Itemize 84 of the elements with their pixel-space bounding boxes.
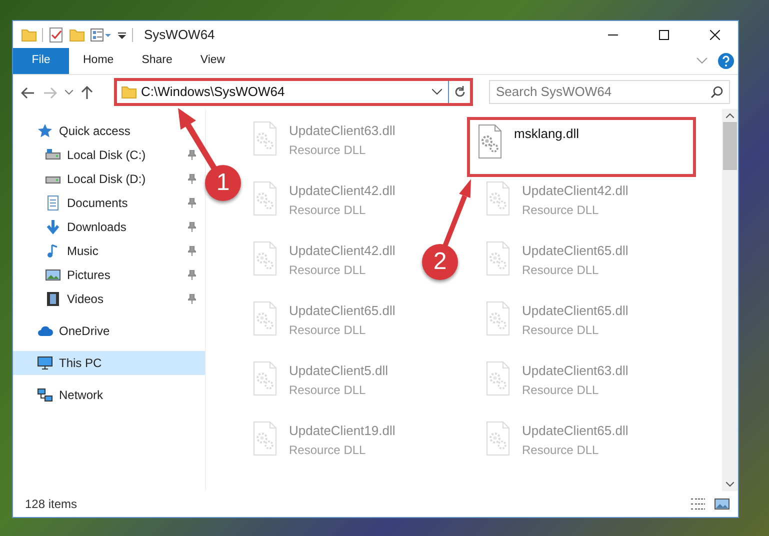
item-count: 128 items (25, 496, 78, 513)
dll-file-icon (251, 421, 279, 457)
dll-file-icon (476, 124, 504, 160)
annotation-arrow (178, 108, 217, 170)
nav-item[interactable]: Local Disk (C:) (13, 143, 196, 167)
file-type: Resource DLL (522, 202, 600, 218)
nav-item[interactable]: Local Disk (D:) (13, 167, 196, 191)
ribbon-tab[interactable]: Share (128, 48, 186, 74)
file-type: Resource DLL (522, 322, 600, 338)
file-name: UpdateClient42.dll (289, 242, 396, 260)
properties-icon[interactable] (90, 26, 112, 42)
file-name: UpdateClient5.dll (289, 362, 388, 380)
file-type: Resource DLL (289, 142, 367, 158)
file-type: Resource DLL (522, 442, 600, 458)
up-arrow-icon (81, 86, 93, 100)
file-name: UpdateClient65.dll (522, 242, 628, 260)
star-icon (37, 123, 53, 139)
folder-icon (121, 84, 137, 100)
maximize-icon (659, 30, 669, 40)
scroll-up-icon[interactable] (726, 113, 734, 118)
nav-item[interactable]: Downloads (13, 215, 196, 239)
dll-file-icon (251, 181, 279, 217)
nav-item[interactable]: This PC (13, 351, 205, 375)
dll-file-icon (251, 241, 279, 277)
up-button[interactable] (81, 83, 93, 101)
file-name: msklang.dll (514, 125, 580, 143)
dll-file-icon (484, 301, 512, 337)
file-type: Resource DLL (289, 442, 367, 458)
scroll-down-icon[interactable] (726, 482, 734, 487)
nav-item[interactable]: Videos (13, 287, 196, 311)
file-type: Resource DLL (522, 262, 600, 278)
nav-item[interactable]: OneDrive (13, 319, 116, 343)
annotation-arrow (442, 179, 471, 247)
file-type: Resource DLL (289, 202, 367, 218)
picture-icon (45, 267, 61, 283)
file-type: Resource DLL (289, 322, 367, 338)
window-title: SysWOW64 (144, 26, 215, 44)
checklist-icon[interactable] (48, 26, 64, 42)
file-name: UpdateClient42.dll (289, 182, 396, 200)
document-icon (45, 195, 61, 211)
film-icon (45, 291, 61, 307)
file-name: UpdateClient65.dll (522, 422, 628, 440)
nav-item[interactable]: Quick access (13, 119, 136, 143)
large-icons-view-icon[interactable] (714, 497, 730, 511)
dll-file-icon (251, 121, 279, 157)
caret-icon (65, 90, 73, 96)
address-bar[interactable]: C:\Windows\SysWOW64 (114, 78, 473, 106)
refresh-icon (454, 86, 466, 98)
ribbon-tab[interactable]: File (13, 48, 69, 74)
address-path: C:\Windows\SysWOW64 (140, 83, 286, 102)
download-arrow-icon (45, 219, 61, 235)
dll-file-icon (251, 301, 279, 337)
help-icon[interactable] (718, 53, 734, 69)
file-name: UpdateClient63.dll (522, 362, 628, 380)
back-arrow-icon (21, 86, 35, 99)
dropdown-caret-icon[interactable] (432, 89, 442, 95)
file-name: UpdateClient65.dll (289, 302, 396, 320)
file-type: Resource DLL (289, 262, 367, 278)
file-name: UpdateClient19.dll (289, 422, 396, 440)
file-name: UpdateClient65.dll (522, 302, 628, 320)
details-view-icon[interactable] (690, 497, 706, 511)
ribbon-expand-icon[interactable] (696, 57, 708, 65)
file-type: Resource DLL (289, 382, 367, 398)
dll-file-icon (484, 181, 512, 217)
nav-item[interactable]: Documents (13, 191, 196, 215)
nav-item[interactable]: Music (13, 239, 196, 263)
computer-icon (37, 355, 53, 371)
dll-file-icon (484, 421, 512, 457)
file-item[interactable]: msklang.dll (467, 117, 696, 177)
ribbon-tab[interactable]: View (186, 48, 240, 74)
scrollbar[interactable] (722, 109, 738, 491)
network-icon (37, 387, 53, 403)
dll-file-icon (251, 361, 279, 397)
nav-item[interactable]: Pictures (13, 263, 196, 287)
nav-item[interactable]: Network (13, 383, 110, 407)
forward-arrow-icon (43, 86, 57, 99)
file-name: UpdateClient63.dll (289, 122, 396, 140)
file-name: UpdateClient42.dll (522, 182, 628, 200)
file-type: Resource DLL (522, 382, 600, 398)
dll-file-icon (484, 241, 512, 277)
close-icon (710, 30, 720, 40)
ribbon-tab[interactable]: Home (69, 48, 128, 74)
scrollbar-thumb[interactable] (723, 122, 737, 170)
dll-file-icon (484, 361, 512, 397)
